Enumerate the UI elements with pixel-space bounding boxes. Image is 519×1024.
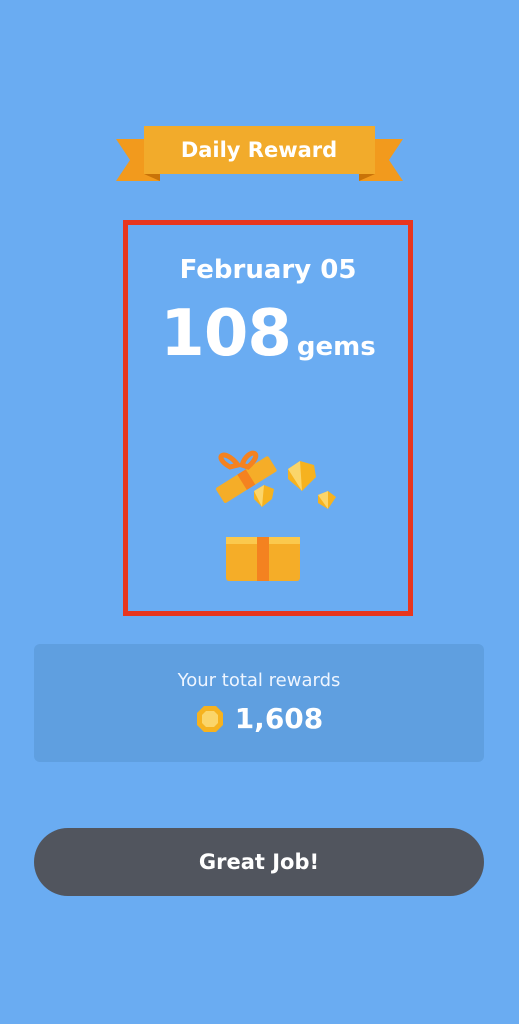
reward-card: February 05 108 gems bbox=[123, 220, 413, 616]
great-job-button[interactable]: Great Job! bbox=[34, 828, 484, 896]
gift-box-icon bbox=[216, 450, 336, 581]
total-rewards-panel: Your total rewards 1,608 bbox=[34, 644, 484, 762]
total-rewards-label: Your total rewards bbox=[177, 670, 341, 691]
total-rewards-row: 1,608 bbox=[34, 702, 484, 735]
total-rewards-value: 1,608 bbox=[234, 702, 324, 735]
reward-unit: gems bbox=[296, 332, 376, 362]
gem-icon bbox=[196, 705, 223, 732]
reward-amount-row: 108 gems bbox=[128, 297, 408, 371]
reward-date: February 05 bbox=[179, 255, 357, 285]
daily-reward-title: Daily Reward bbox=[180, 138, 338, 162]
reward-amount: 108 bbox=[160, 297, 292, 371]
